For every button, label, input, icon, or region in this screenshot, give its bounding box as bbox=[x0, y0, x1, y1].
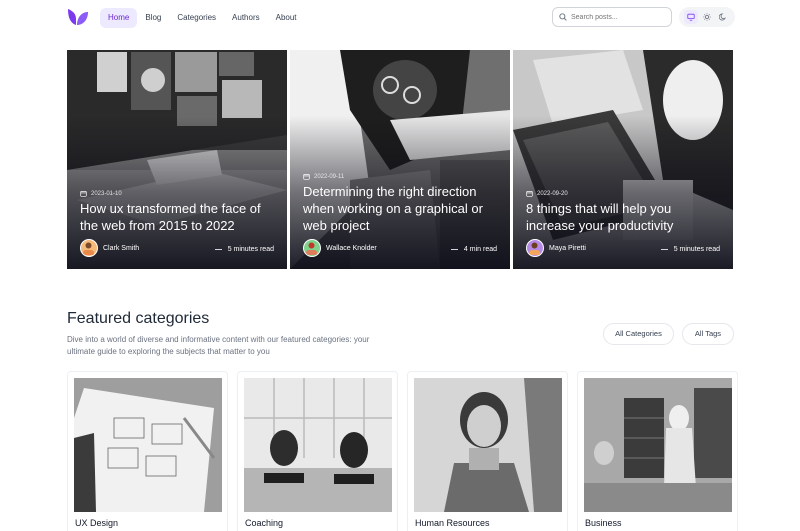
post-date: 2023-01-10 bbox=[80, 190, 122, 197]
post-date-text: 2023-01-10 bbox=[91, 190, 122, 197]
moon-icon bbox=[719, 13, 726, 21]
post-author[interactable]: Maya Piretti bbox=[526, 239, 586, 257]
card-overlay bbox=[67, 50, 287, 269]
card-overlay bbox=[513, 50, 733, 269]
nav-authors[interactable]: Authors bbox=[224, 8, 268, 28]
search-box[interactable] bbox=[552, 7, 672, 27]
read-time: 5 minutes read bbox=[660, 246, 720, 253]
read-time-text: 5 minutes read bbox=[227, 246, 274, 253]
post-author[interactable]: Wallace Knolder bbox=[303, 239, 377, 257]
read-time-text: 4 min read bbox=[463, 246, 497, 253]
nav-home[interactable]: Home bbox=[100, 8, 138, 28]
post-title[interactable]: Determining the right direction when wor… bbox=[303, 183, 498, 234]
post-date: 2022-09-20 bbox=[526, 190, 568, 197]
category-card[interactable]: Human Resources bbox=[407, 371, 568, 531]
author-name: Wallace Knolder bbox=[326, 244, 377, 252]
post-date: 2022-09-11 bbox=[303, 173, 344, 180]
read-time: 4 min read bbox=[450, 246, 497, 253]
theme-switcher bbox=[679, 7, 735, 27]
section-title: Featured categories bbox=[67, 310, 210, 327]
author-name: Maya Piretti bbox=[549, 244, 586, 252]
top-navbar: Home Blog Categories Authors About bbox=[0, 0, 800, 36]
calendar-icon bbox=[80, 191, 87, 197]
all-tags-button[interactable]: All Tags bbox=[682, 323, 734, 345]
theme-light-button[interactable] bbox=[700, 10, 714, 24]
theme-system-button[interactable] bbox=[684, 10, 698, 24]
avatar bbox=[526, 239, 544, 257]
category-image bbox=[74, 378, 222, 512]
read-time: 5 minutes read bbox=[214, 246, 274, 253]
hero-posts: 2023-01-10 How ux transformed the face o… bbox=[67, 50, 734, 269]
main-nav: Home Blog Categories Authors About bbox=[100, 8, 305, 28]
read-time-text: 5 minutes read bbox=[673, 246, 720, 253]
theme-dark-button[interactable] bbox=[716, 10, 730, 24]
calendar-icon bbox=[303, 174, 310, 180]
author-name: Clark Smith bbox=[103, 244, 140, 252]
monitor-icon bbox=[687, 13, 695, 21]
avatar bbox=[303, 239, 321, 257]
card-overlay bbox=[290, 50, 510, 269]
search-input[interactable] bbox=[571, 13, 667, 21]
category-name: Human Resources bbox=[415, 518, 490, 528]
category-card[interactable]: UX Design bbox=[67, 371, 228, 531]
hero-post-card[interactable]: 2023-01-10 How ux transformed the face o… bbox=[67, 50, 287, 269]
calendar-icon bbox=[526, 191, 533, 197]
post-date-text: 2022-09-11 bbox=[314, 173, 345, 180]
post-author[interactable]: Clark Smith bbox=[80, 239, 139, 257]
post-date-text: 2022-09-20 bbox=[537, 190, 568, 197]
category-name: UX Design bbox=[75, 518, 119, 528]
category-name: Coaching bbox=[245, 518, 284, 528]
sun-icon bbox=[703, 13, 711, 21]
avatar bbox=[80, 239, 98, 257]
category-image bbox=[584, 378, 732, 512]
all-categories-button[interactable]: All Categories bbox=[603, 323, 674, 345]
category-card[interactable]: Business bbox=[577, 371, 738, 531]
search-icon bbox=[559, 13, 567, 21]
post-title[interactable]: How ux transformed the face of the web f… bbox=[80, 200, 275, 234]
category-image bbox=[414, 378, 562, 512]
category-name: Business bbox=[585, 518, 622, 528]
nav-about[interactable]: About bbox=[268, 8, 305, 28]
nav-categories[interactable]: Categories bbox=[169, 8, 224, 28]
hero-post-card[interactable]: 2022-09-20 8 things that will help you i… bbox=[513, 50, 733, 269]
leaf-logo-icon[interactable] bbox=[67, 8, 89, 26]
category-card[interactable]: Coaching bbox=[237, 371, 398, 531]
category-image bbox=[244, 378, 392, 512]
section-description: Dive into a world of diverse and informa… bbox=[67, 335, 370, 356]
nav-blog[interactable]: Blog bbox=[137, 8, 169, 28]
hero-post-card[interactable]: 2022-09-11 Determining the right directi… bbox=[290, 50, 510, 269]
post-title[interactable]: 8 things that will help you increase you… bbox=[526, 200, 721, 234]
category-grid: UX Design Coaching Human Resources Busin… bbox=[67, 371, 738, 531]
